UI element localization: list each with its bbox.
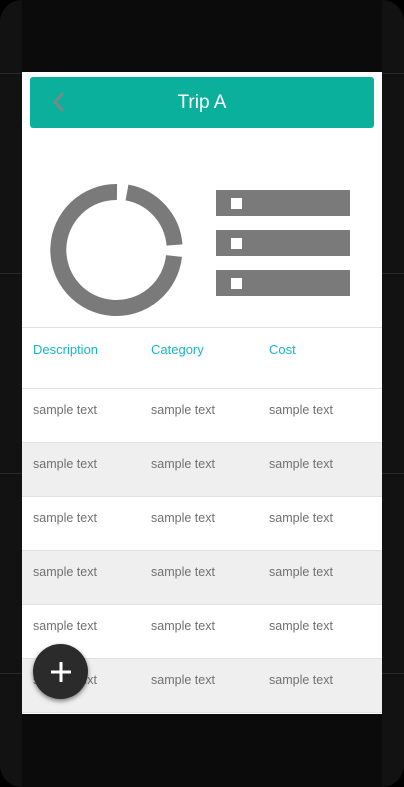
add-button[interactable] (33, 644, 88, 699)
cell-description: sample text (33, 457, 97, 471)
column-header-cost[interactable]: Cost (269, 342, 296, 357)
table-row[interactable]: sample text sample text sample text (22, 443, 382, 497)
cell-category: sample text (151, 403, 215, 417)
donut-chart-icon (50, 183, 183, 316)
cell-category: sample text (151, 511, 215, 525)
cell-description: sample text (33, 403, 97, 417)
left-bezel (0, 0, 22, 787)
app-screen: Trip A Description Category Cost sample … (22, 72, 382, 714)
column-header-category[interactable]: Category (151, 342, 204, 357)
plus-icon (50, 661, 71, 682)
list-icon (216, 190, 350, 296)
cell-cost: sample text (269, 673, 333, 687)
summary-graphic (22, 128, 382, 327)
device-frame: Trip A Description Category Cost sample … (0, 0, 404, 787)
column-header-description[interactable]: Description (33, 342, 98, 357)
cell-cost: sample text (269, 403, 333, 417)
cell-category: sample text (151, 457, 215, 471)
right-bezel (382, 0, 404, 787)
page-title: Trip A (177, 92, 227, 113)
table-row[interactable]: sample text sample text sample text (22, 389, 382, 443)
cell-cost: sample text (269, 619, 333, 633)
app-header: Trip A (30, 77, 374, 128)
cell-description: sample text (33, 565, 97, 579)
table-row[interactable]: sample text sample text sample text (22, 497, 382, 551)
cell-description: sample text (33, 619, 97, 633)
cell-cost: sample text (269, 511, 333, 525)
cell-cost: sample text (269, 565, 333, 579)
cell-category: sample text (151, 619, 215, 633)
table-header: Description Category Cost (22, 327, 382, 389)
cell-description: sample text (33, 511, 97, 525)
cell-category: sample text (151, 673, 215, 687)
cell-cost: sample text (269, 457, 333, 471)
table-row[interactable]: sample text sample text sample text (22, 551, 382, 605)
cell-category: sample text (151, 565, 215, 579)
